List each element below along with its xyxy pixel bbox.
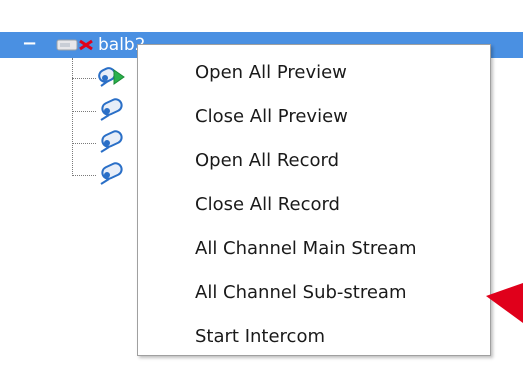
menu-close-all-preview[interactable]: Close All Preview	[138, 97, 490, 137]
menu-start-intercom[interactable]: Start Intercom	[138, 317, 490, 357]
camera-icon[interactable]	[96, 129, 128, 155]
context-menu: Open All Preview Close All Preview Open …	[137, 44, 491, 356]
camera-icon[interactable]	[96, 97, 128, 123]
camera-preview-icon[interactable]	[96, 64, 128, 90]
menu-open-all-preview[interactable]: Open All Preview	[138, 53, 490, 93]
tree-connector	[72, 175, 96, 176]
device-icon	[56, 39, 93, 51]
menu-close-all-record[interactable]: Close All Record	[138, 185, 490, 225]
menu-open-all-record[interactable]: Open All Record	[138, 141, 490, 181]
tree-connector	[72, 78, 96, 79]
tree-connector	[72, 143, 96, 144]
collapse-toggle[interactable]: −	[22, 35, 37, 53]
tree-connector	[72, 111, 96, 112]
menu-all-channel-main-stream[interactable]: All Channel Main Stream	[138, 229, 490, 269]
menu-all-channel-sub-stream[interactable]: All Channel Sub-stream	[138, 273, 490, 313]
tree-connector	[72, 58, 73, 176]
camera-icon[interactable]	[96, 161, 128, 187]
annotation-arrow-icon	[486, 283, 523, 323]
